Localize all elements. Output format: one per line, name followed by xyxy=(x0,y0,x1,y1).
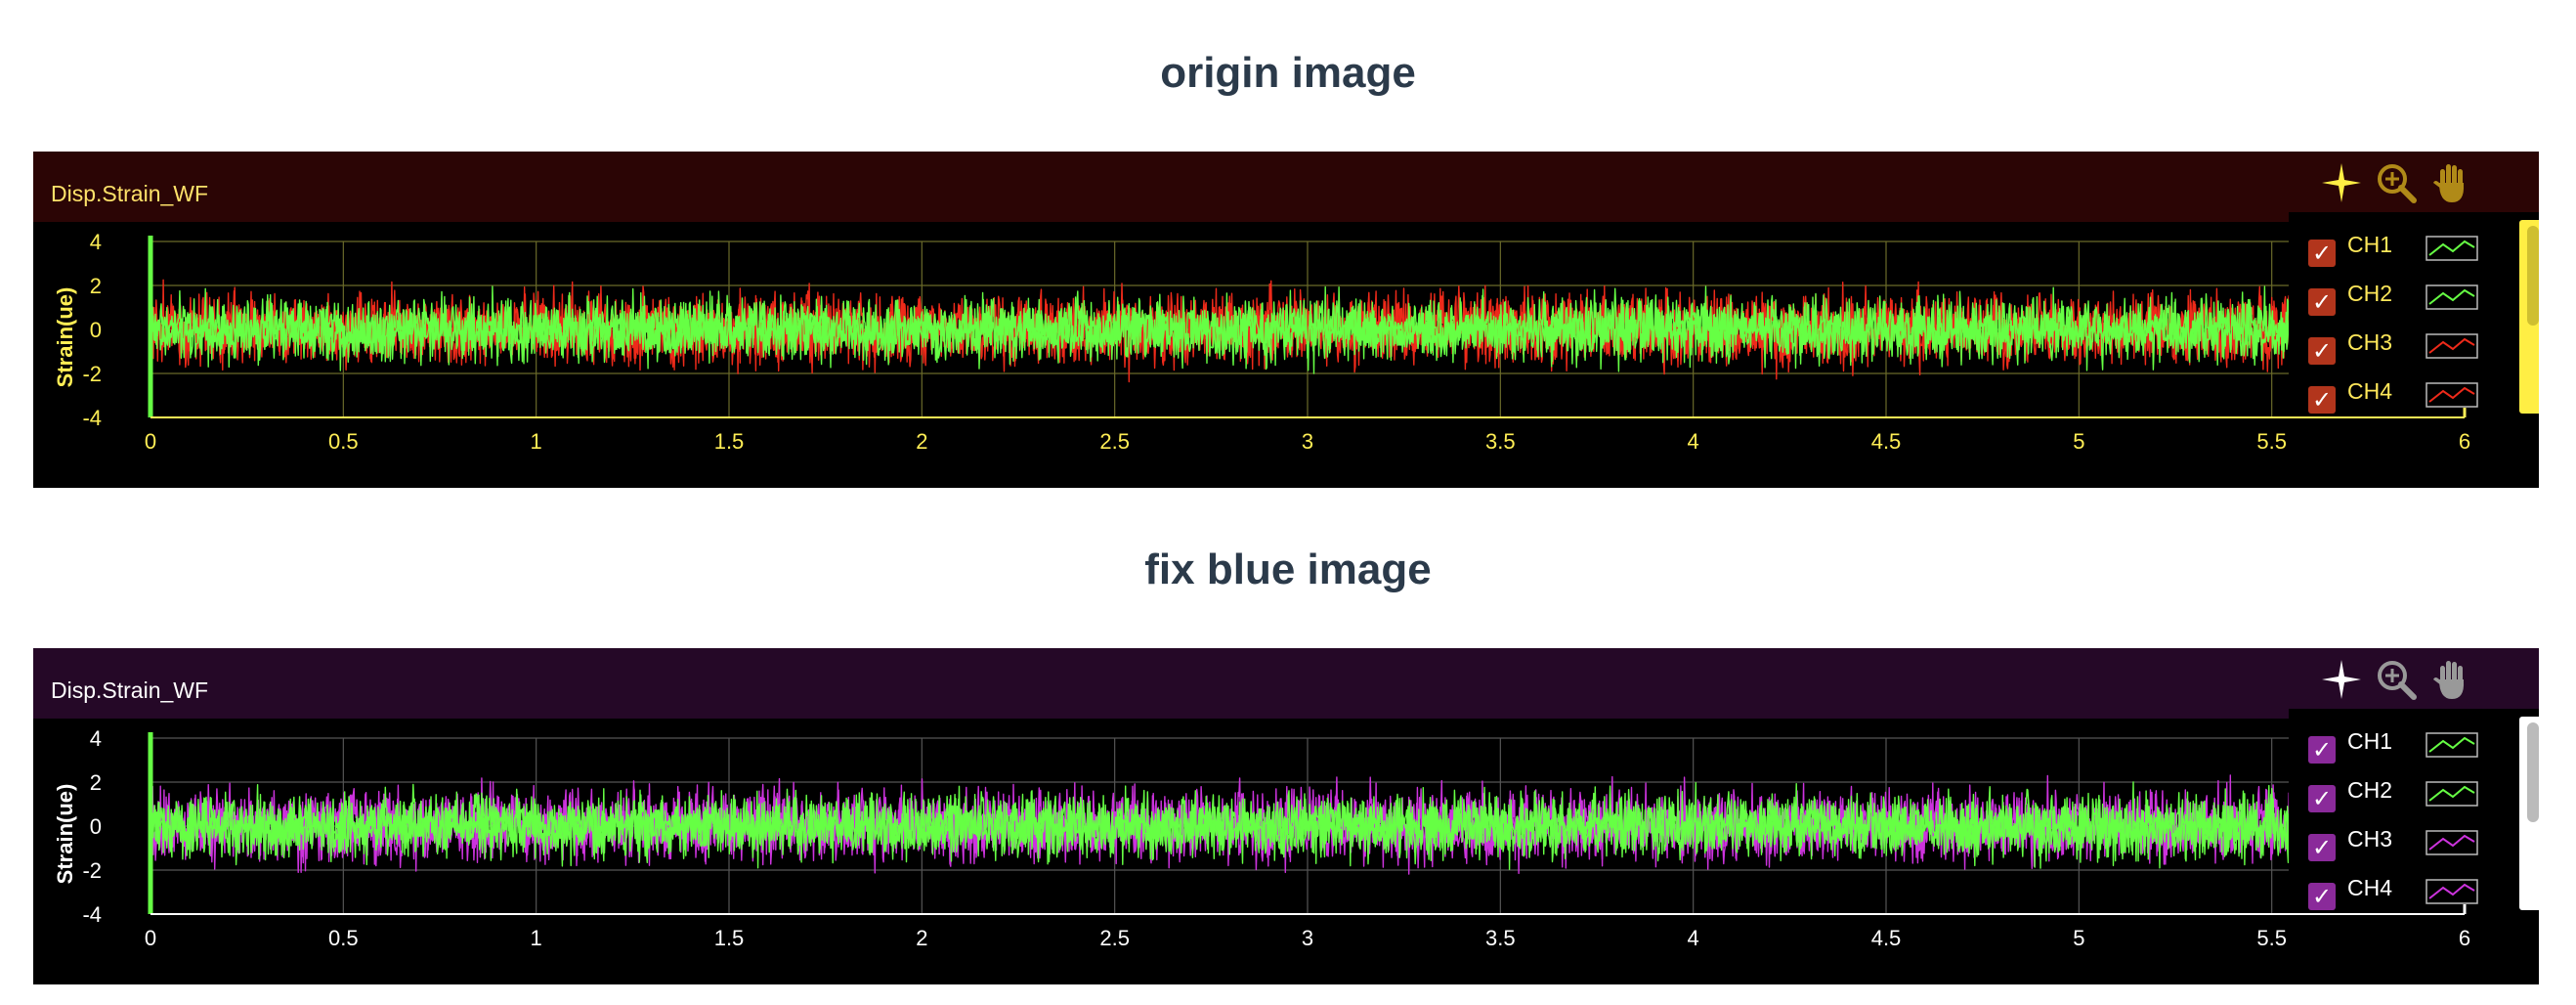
legend-label: CH4 xyxy=(2347,875,2393,900)
ch2-checkbox[interactable]: ✓ xyxy=(2308,785,2336,812)
legend-item-ch1[interactable]: ✓ CH1 xyxy=(2289,230,2484,275)
x-tick-label: 2 xyxy=(916,429,927,454)
legend-label: CH1 xyxy=(2347,728,2393,754)
x-tick-label: 1 xyxy=(531,926,542,950)
legend-swatch-icon xyxy=(2426,732,2478,758)
x-tick-label: 2.5 xyxy=(1099,429,1130,454)
crosshair-icon[interactable] xyxy=(2318,656,2365,703)
panel-title: Disp.Strain_WF xyxy=(51,181,209,206)
x-tick-label: 3.5 xyxy=(1485,926,1516,950)
legend-scrollbar[interactable] xyxy=(2519,220,2539,414)
x-tick-label: 6 xyxy=(2459,429,2470,454)
y-tick-label: 0 xyxy=(90,318,102,342)
legend-swatch-icon xyxy=(2426,830,2478,855)
x-tick-label: 3 xyxy=(1302,429,1313,454)
y-axis-label: Strain(ue) xyxy=(53,287,77,388)
ch3-checkbox[interactable]: ✓ xyxy=(2308,834,2336,861)
x-tick-label: 0.5 xyxy=(328,429,359,454)
y-axis-label: Strain(ue) xyxy=(53,784,77,885)
x-tick-label: 3.5 xyxy=(1485,429,1516,454)
y-tick-label: 2 xyxy=(90,770,102,795)
x-tick-label: 6 xyxy=(2459,926,2470,950)
x-tick-label: 2.5 xyxy=(1099,926,1130,950)
x-tick-label: 1.5 xyxy=(714,429,745,454)
x-tick-label: 4 xyxy=(1688,429,1699,454)
x-tick-label: 5.5 xyxy=(2256,926,2287,950)
x-tick-label: 1.5 xyxy=(714,926,745,950)
legend-item-ch2[interactable]: ✓ CH2 xyxy=(2289,279,2484,324)
waveform-plot[interactable]: 0 0.5 1 1.5 2 2.5 3 3.5 4 4.5 5 5.5 6 4 2 0 -2 -4Strain(u… xyxy=(33,719,2539,984)
legend-swatch-icon xyxy=(2426,333,2478,359)
y-tick-label: -4 xyxy=(82,406,102,430)
channel-legend: ✓ CH1 ✓ CH2 ✓ CH3 ✓ CH4 xyxy=(2289,709,2539,910)
legend-item-ch3[interactable]: ✓ CH3 xyxy=(2289,824,2484,869)
y-tick-label: 4 xyxy=(90,726,102,751)
legend-swatch-icon xyxy=(2426,236,2478,261)
x-tick-label: 5 xyxy=(2073,429,2084,454)
origin-image-heading: origin image xyxy=(1160,49,1416,97)
x-tick-label: 0 xyxy=(145,926,156,950)
x-tick-label: 5.5 xyxy=(2256,429,2287,454)
scrollbar-thumb[interactable] xyxy=(2527,722,2539,822)
y-tick-label: -4 xyxy=(82,902,102,927)
panel-header: Disp.Strain_WF xyxy=(33,152,2539,222)
ch1-checkbox[interactable]: ✓ xyxy=(2308,736,2336,764)
legend-item-ch4[interactable]: ✓ CH4 xyxy=(2289,873,2484,918)
y-tick-label: 4 xyxy=(90,230,102,254)
y-tick-label: -2 xyxy=(82,362,102,386)
legend-label: CH3 xyxy=(2347,826,2393,852)
waveform-panel-fix-blue: Disp.Strain_WF 0 0.5 1 1.5 2 2.5 3 3.5 4 4.5 5 5.5 6… xyxy=(33,648,2539,984)
waveform-plot[interactable]: 0 0.5 1 1.5 2 2.5 3 3.5 4 4.5 5 5.5 6 4 2 0 -2 -4Strain(u… xyxy=(33,222,2539,488)
y-tick-label: 0 xyxy=(90,814,102,839)
ch1-checkbox[interactable]: ✓ xyxy=(2308,240,2336,267)
legend-label: CH2 xyxy=(2347,777,2393,803)
y-tick-label: -2 xyxy=(82,858,102,883)
x-tick-label: 0 xyxy=(145,429,156,454)
crosshair-icon[interactable] xyxy=(2318,159,2365,206)
legend-label: CH2 xyxy=(2347,281,2393,306)
zoom-in-icon[interactable] xyxy=(2373,159,2420,206)
y-tick-label: 2 xyxy=(90,274,102,298)
legend-item-ch2[interactable]: ✓ CH2 xyxy=(2289,775,2484,820)
legend-label: CH4 xyxy=(2347,378,2393,404)
legend-swatch-icon xyxy=(2426,879,2478,904)
hand-pan-icon[interactable] xyxy=(2427,159,2474,206)
legend-swatch-icon xyxy=(2426,284,2478,310)
legend-item-ch1[interactable]: ✓ CH1 xyxy=(2289,726,2484,771)
panel-header: Disp.Strain_WF xyxy=(33,648,2539,719)
legend-label: CH1 xyxy=(2347,232,2393,257)
legend-label: CH3 xyxy=(2347,329,2393,355)
x-tick-label: 4 xyxy=(1688,926,1699,950)
panel-title: Disp.Strain_WF xyxy=(51,677,209,703)
x-tick-label: 2 xyxy=(916,926,927,950)
ch3-checkbox[interactable]: ✓ xyxy=(2308,337,2336,365)
legend-swatch-icon xyxy=(2426,781,2478,807)
ch2-checkbox[interactable]: ✓ xyxy=(2308,288,2336,316)
channel-legend: ✓ CH1 ✓ CH2 ✓ CH3 ✓ CH4 xyxy=(2289,212,2539,414)
hand-pan-icon[interactable] xyxy=(2427,656,2474,703)
x-tick-label: 3 xyxy=(1302,926,1313,950)
zoom-in-icon[interactable] xyxy=(2373,656,2420,703)
legend-scrollbar[interactable] xyxy=(2519,717,2539,910)
x-tick-label: 0.5 xyxy=(328,926,359,950)
legend-item-ch4[interactable]: ✓ CH4 xyxy=(2289,376,2484,421)
waveform-panel-origin: Disp.Strain_WF 0 0.5 1 1.5 2 2.5 3 3.5 4 4.5 5 5.5 6… xyxy=(33,152,2539,488)
x-tick-label: 4.5 xyxy=(1871,926,1902,950)
fix-blue-image-heading: fix blue image xyxy=(1144,546,1432,593)
x-tick-label: 5 xyxy=(2073,926,2084,950)
legend-item-ch3[interactable]: ✓ CH3 xyxy=(2289,328,2484,372)
x-tick-label: 1 xyxy=(531,429,542,454)
scrollbar-thumb[interactable] xyxy=(2527,226,2539,326)
ch4-checkbox[interactable]: ✓ xyxy=(2308,386,2336,414)
ch4-checkbox[interactable]: ✓ xyxy=(2308,883,2336,910)
legend-swatch-icon xyxy=(2426,382,2478,408)
x-tick-label: 4.5 xyxy=(1871,429,1902,454)
